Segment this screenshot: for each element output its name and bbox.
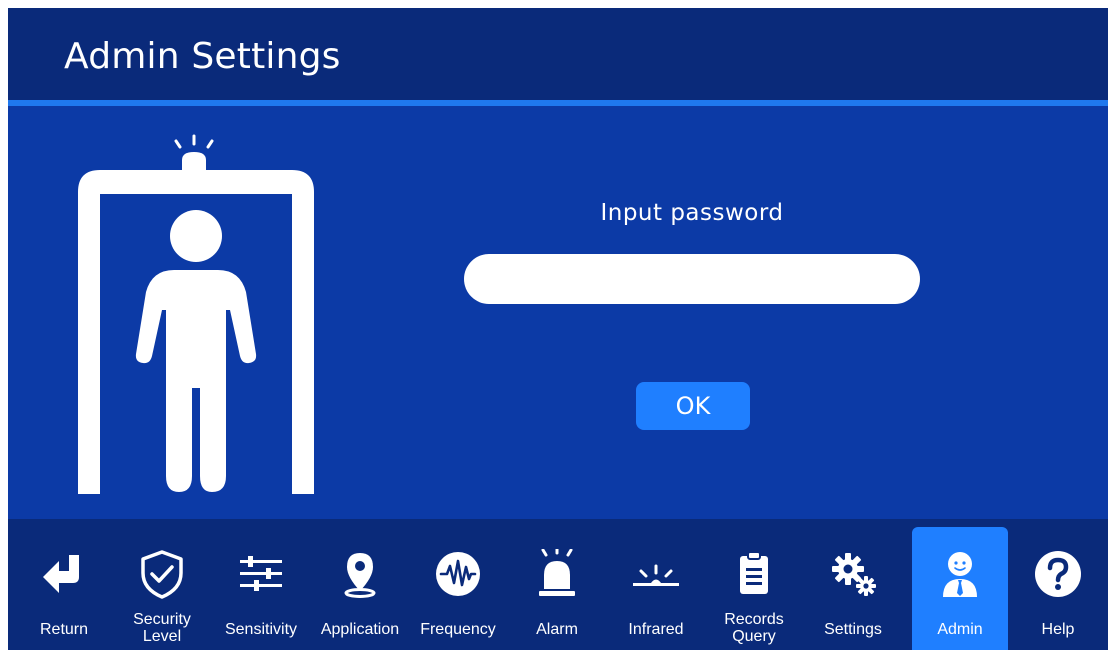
nav-item-frequency[interactable]: Frequency [410,527,506,650]
nav-item-infrared[interactable]: Infrared [608,527,704,650]
nav-label-return: Return [39,621,89,638]
nav-item-application[interactable]: Application [312,527,408,650]
nav-item-help[interactable]: Help [1010,527,1106,650]
alarm-beacon-icon [539,549,575,596]
return-arrow-icon [43,555,79,593]
nav-label-sensitivity: Sensitivity [224,621,298,638]
nav-item-alarm[interactable]: Alarm [509,527,605,650]
header-bar: Admin Settings [8,8,1108,106]
clipboard-icon [740,551,768,594]
nav-item-admin[interactable]: Admin [912,527,1008,650]
location-pin-icon [344,553,376,598]
bottom-nav-bar: Return Security Level Sensitivity Applic… [8,519,1108,650]
nav-label-settings: Settings [824,621,882,638]
nav-label-admin: Admin [937,621,983,638]
ok-button[interactable]: OK [636,382,750,430]
app-window: Admin Settings Input password OK Return [8,8,1108,650]
waveform-icon [436,552,480,596]
help-question-icon [1035,551,1081,597]
password-input[interactable] [464,254,920,304]
nav-label-help: Help [1041,621,1075,638]
infrared-icon [633,564,679,586]
nav-item-security-level[interactable]: Security Level [114,527,210,650]
walk-through-metal-detector-illustration [78,134,314,494]
nav-label-infrared: Infrared [628,621,684,638]
nav-label-alarm: Alarm [536,621,578,638]
admin-user-icon [943,552,977,597]
page-title: Admin Settings [64,36,341,77]
nav-item-records-query[interactable]: Records Query [706,527,802,650]
nav-item-return[interactable]: Return [16,527,112,650]
password-prompt-label: Input password [600,200,784,226]
nav-item-settings[interactable]: Settings [805,527,901,650]
sliders-icon [240,556,282,591]
nav-label-security-level: Security Level [133,611,191,645]
nav-label-records-query: Records Query [724,611,784,645]
nav-item-sensitivity[interactable]: Sensitivity [213,527,309,650]
gears-icon [832,553,876,596]
nav-label-frequency: Frequency [420,621,496,638]
nav-label-application: Application [320,621,400,638]
shield-check-icon [141,550,183,599]
